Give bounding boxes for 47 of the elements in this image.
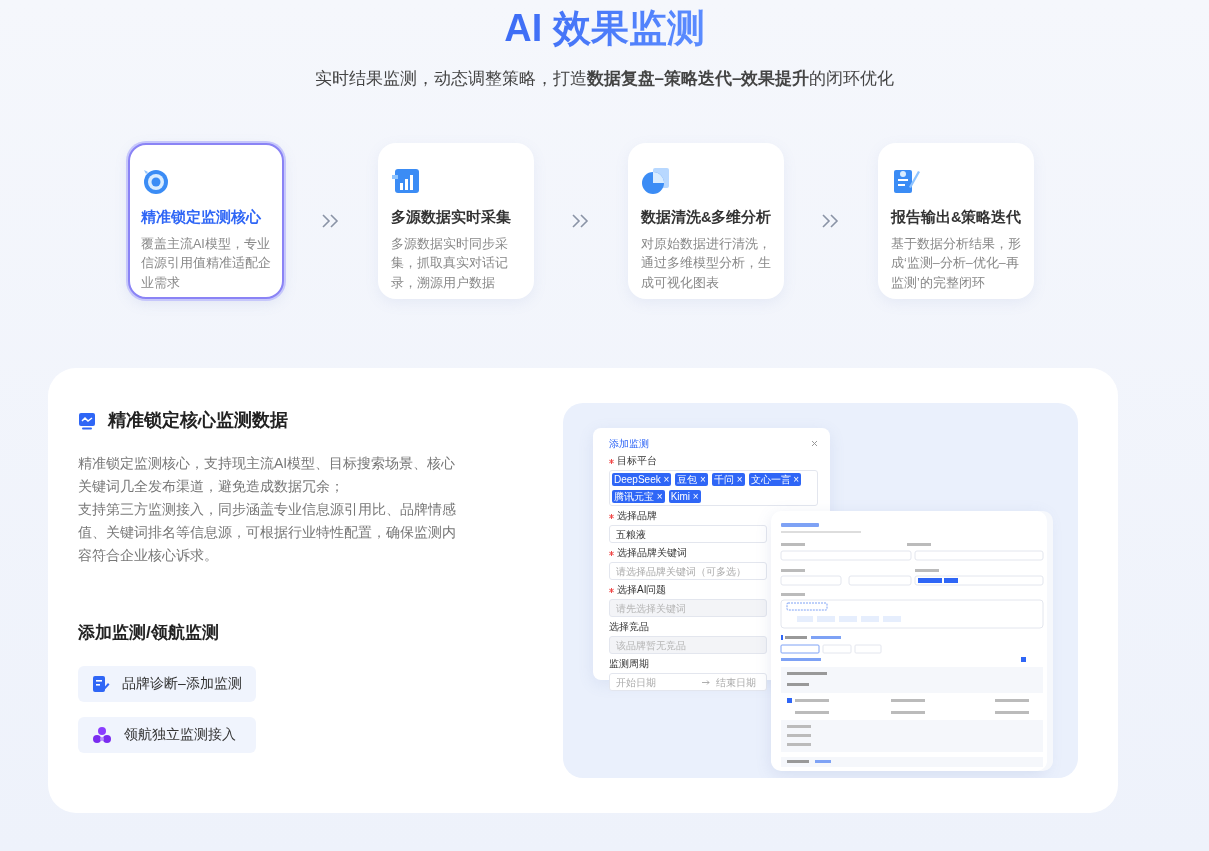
close-icon[interactable]	[811, 440, 818, 447]
double-chevron-icon	[821, 214, 841, 229]
subtitle: 实时结果监测，动态调整策略，打造数据复盘–策略迭代–效果提升的闭环优化	[314, 67, 895, 90]
date-range-field[interactable]: 开始日期 结束日期	[609, 673, 767, 691]
tag: 文心一言 ×	[748, 473, 802, 486]
section-heading: 添加监测/领航监测	[78, 622, 220, 644]
tag: 千问 ×	[711, 473, 745, 486]
paragraph: 支持第三方监测接入，同步涵盖专业信息源引用比、品牌情感值、关键词排名等信息源，可根据行业特性配置，确保监测内容符合企业核心诉求。	[78, 500, 457, 565]
action-button[interactable]: 领航独立监测接入	[78, 716, 256, 753]
pie-chart-icon	[641, 167, 671, 196]
select-field[interactable]: DeepSeek × 豆包 × 千问 × 文心一言 × 腾讯元宝 × Kimi ×	[609, 470, 818, 506]
double-chevron-icon	[321, 214, 341, 229]
edit-document-icon	[92, 674, 110, 693]
bar-chart-icon	[391, 167, 421, 196]
end-date: 结束日期	[716, 675, 756, 690]
step-description: 对原始数据进行清洗，通过多维模型分析，生成可视化图表	[641, 236, 772, 292]
report-icon	[891, 167, 921, 196]
field-label: 目标平台	[617, 455, 657, 467]
field-label: 选择品牌	[617, 510, 657, 522]
field-label: 选择AI问题	[617, 584, 667, 596]
tag: 腾讯元宝 ×	[612, 490, 665, 503]
arrow-icon	[702, 680, 710, 686]
monitor-icon	[78, 411, 96, 430]
step-description: 覆盖主流AI模型，专业信源引用值精准适配企业需求	[141, 236, 272, 292]
step-title: 数据清洗&多维分析	[641, 208, 772, 228]
tag: Kimi ×	[668, 490, 701, 503]
page-title: AI 效果监测	[504, 8, 705, 50]
field-label: 监测周期	[609, 658, 649, 670]
step-title: 报告输出&策略迭代	[891, 208, 1022, 228]
tag: 豆包 ×	[675, 473, 708, 486]
paragraph: 精准锁定监测核心，支持现主流AI模型、目标搜索场景、核心关键词几全发布渠道，避免造成数据冗余；	[78, 454, 457, 496]
start-date: 开始日期	[616, 675, 656, 690]
field-label: 选择竞品	[609, 621, 649, 633]
cubes-icon	[92, 725, 112, 744]
step-description: 多源数据实时同步采集，抓取真实对话记录，溯源用户数据	[391, 236, 509, 292]
step-title: 精准锁定监测核心	[141, 208, 262, 228]
step-title: 多源数据实时采集	[391, 208, 512, 228]
target-icon	[141, 167, 169, 196]
dialog-title: 添加监测	[609, 437, 649, 451]
section-heading: 精准锁定核心监测数据	[108, 409, 288, 432]
field-label: 选择品牌关键词	[617, 547, 687, 559]
input-field[interactable]: 请选择品牌关键词（可多选）	[609, 562, 767, 580]
action-button[interactable]: 品牌诊断–添加监测	[78, 665, 256, 702]
step-description: 基于数据分析结果，形成‘监测–分析–优化–再监测’的完整闭环	[891, 236, 1022, 292]
input-field[interactable]: 五粮液	[609, 525, 767, 543]
tag: DeepSeek ×	[612, 473, 672, 486]
double-chevron-icon	[571, 214, 591, 229]
